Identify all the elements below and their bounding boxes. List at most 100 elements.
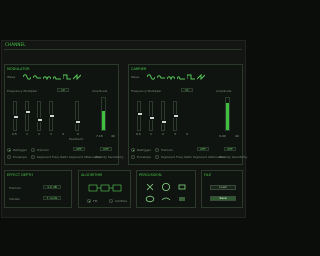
percussion-panel: PERCUSSION	[136, 170, 196, 208]
modulator-slider-1[interactable]	[13, 101, 19, 131]
modulator-feedback-label: Feedback	[69, 137, 84, 141]
snare-icon[interactable]	[177, 182, 187, 192]
algorithm-additive-label: Additive	[115, 199, 128, 203]
meter-fill	[226, 102, 229, 130]
hihat-icon[interactable]	[177, 194, 187, 204]
file-panel: FILE Load Save	[201, 170, 243, 208]
half-sine-wave-icon[interactable]	[33, 74, 41, 80]
carrier-envelope-label: Envelope	[137, 155, 151, 159]
modulator-retrigger-radio[interactable]	[7, 148, 11, 152]
carrier-retrigger-label: Retrigger	[137, 148, 151, 152]
carrier-tick: 0.5	[136, 132, 141, 136]
carrier-retrigger-radio[interactable]	[131, 148, 135, 152]
carrier-velocity-dropdown[interactable]: OFF	[224, 147, 236, 151]
meter-fill	[102, 110, 105, 130]
effect-depth-title: EFFECT DEPTH	[7, 173, 33, 177]
carrier-tremolo-label: Tremolo	[161, 148, 173, 152]
modulator-envelope-label: Envelope	[13, 155, 27, 159]
drum-icon[interactable]	[145, 182, 155, 192]
percussion-icons	[145, 182, 189, 204]
abs-sine-wave-icon[interactable]	[167, 74, 175, 80]
carrier-tick: 2	[162, 132, 164, 136]
slider-knob[interactable]	[149, 116, 155, 120]
sine-wave-icon[interactable]	[23, 74, 31, 80]
slider-knob[interactable]	[137, 112, 143, 116]
carrier-slider-2[interactable]	[149, 101, 155, 131]
carrier-subvalue: OFF	[227, 147, 233, 151]
modulator-dd-value: x2	[61, 88, 65, 92]
modulator-amplitude-label: Amplitude	[92, 89, 108, 93]
pulse-sine-wave-icon[interactable]	[53, 74, 61, 80]
slider-knob[interactable]	[13, 115, 19, 119]
carrier-sustain-radio[interactable]	[155, 155, 159, 159]
saw-wave-icon[interactable]	[73, 74, 81, 80]
slider-knob[interactable]	[173, 114, 179, 118]
algorithm-fm-radio[interactable]	[87, 199, 91, 203]
slider-knob[interactable]	[25, 110, 31, 114]
file-title: FILE	[204, 173, 212, 177]
square-wave-icon[interactable]	[63, 74, 71, 80]
modulator-slider-4[interactable]	[49, 101, 55, 131]
modulator-frequency-multiplier-dropdown[interactable]: x2	[57, 88, 69, 92]
effect-depth-vibrato-dropdown[interactable]: 7 cents	[43, 196, 61, 200]
saw-wave-icon[interactable]	[197, 74, 205, 80]
modulator-frequency-multiplier-label: Frequency Multiplier	[7, 89, 38, 93]
modulator-sustain-radio[interactable]	[31, 155, 35, 159]
top-divider	[4, 49, 242, 50]
bass-drum-icon[interactable]	[161, 182, 171, 192]
carrier-dd-value: x1	[185, 88, 189, 92]
modulator-slider-2[interactable]	[25, 101, 31, 131]
slider-knob[interactable]	[49, 114, 55, 118]
pulse-sine-wave-icon[interactable]	[177, 74, 185, 80]
algorithm-panel: ALGORITHM FM Additive	[78, 170, 131, 208]
square-wave-icon[interactable]	[187, 74, 195, 80]
modulator-velocity-dropdown[interactable]: OFF	[100, 147, 112, 151]
modulator-keyboard-attenuation-dropdown[interactable]: OFF	[73, 147, 85, 151]
modulator-amplitude-meter	[101, 97, 106, 131]
modulator-tick: 2	[38, 132, 40, 136]
carrier-sustain-label: Keyboard Freq. Ratio	[161, 155, 193, 159]
modulator-tremolo-radio[interactable]	[31, 148, 35, 152]
sine-wave-icon[interactable]	[147, 74, 155, 80]
carrier-envelope-radio[interactable]	[131, 155, 135, 159]
tom-icon[interactable]	[145, 194, 155, 204]
effect-depth-tremolo-value: 1.0 dB	[47, 185, 57, 189]
modulator-tremolo-label: Tremolo	[37, 148, 49, 152]
effect-depth-vibrato-value: 7 cents	[46, 196, 58, 200]
cymbal-icon[interactable]	[161, 194, 171, 204]
slider-knob[interactable]	[75, 120, 81, 124]
modulator-tick: 0.5	[12, 132, 17, 136]
modulator-velocity-sensitivity-label: Velocity Sensitivity	[95, 155, 124, 159]
modulator-slider-3[interactable]	[37, 101, 43, 131]
carrier-slider-4[interactable]	[173, 101, 179, 131]
carrier-wave-label: Wave	[131, 75, 140, 79]
slider-knob[interactable]	[37, 118, 43, 122]
effect-depth-vibrato-label: Vibrato	[9, 197, 20, 201]
abs-sine-wave-icon[interactable]	[43, 74, 51, 80]
carrier-slider-3[interactable]	[161, 101, 167, 131]
save-button[interactable]: Save	[210, 196, 236, 201]
modulator-tick: 1	[26, 132, 28, 136]
modulator-tick: 4	[62, 132, 64, 136]
carrier-meter-right: 40	[235, 134, 239, 138]
effect-depth-tremolo-dropdown[interactable]: 1.0 dB	[43, 185, 61, 189]
algorithm-additive-radio[interactable]	[109, 199, 113, 203]
modulator-retrigger-label: Retrigger	[13, 148, 27, 152]
carrier-amplitude-meter	[225, 97, 230, 131]
modulator-feedback-slider[interactable]	[75, 101, 81, 131]
half-sine-wave-icon[interactable]	[157, 74, 165, 80]
carrier-tick: 4	[186, 132, 188, 136]
modulator-wave-label: Wave	[7, 75, 16, 79]
modulator-subvalue: OFF	[76, 147, 82, 151]
carrier-frequency-multiplier-dropdown[interactable]: x1	[181, 88, 193, 92]
carrier-slider-1[interactable]	[137, 101, 143, 131]
carrier-panel: CARRIER Wave Frequency Multiplier x1 Amp…	[128, 64, 247, 165]
load-button[interactable]: Load	[210, 185, 236, 190]
carrier-tremolo-radio[interactable]	[155, 148, 159, 152]
app-title: CHANNEL	[5, 42, 26, 47]
effect-depth-tremolo-label: Tremolo	[9, 186, 21, 190]
modulator-tick: 3	[50, 132, 52, 136]
modulator-envelope-radio[interactable]	[7, 155, 11, 159]
slider-knob[interactable]	[161, 120, 167, 124]
carrier-keyboard-attenuation-dropdown[interactable]: OFF	[197, 147, 209, 151]
